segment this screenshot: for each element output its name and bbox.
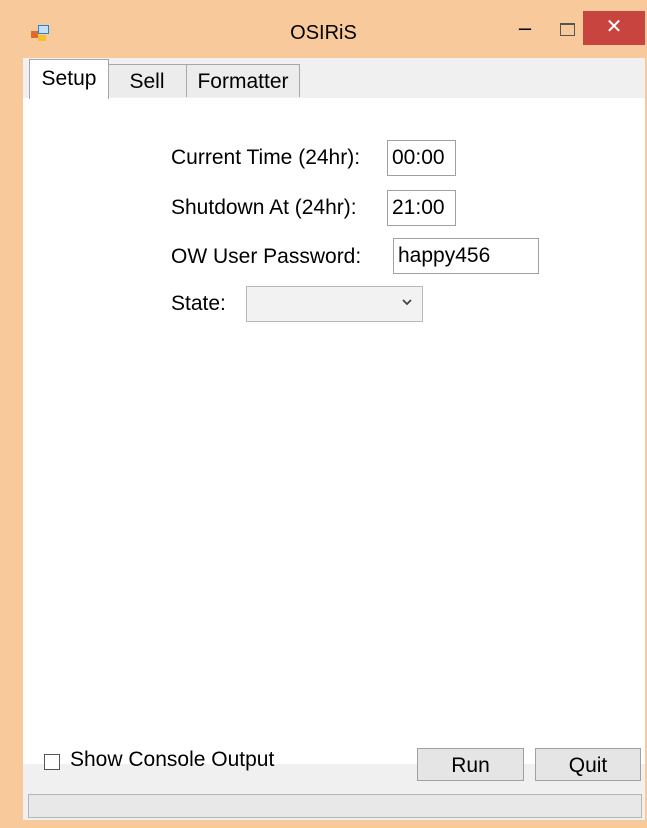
tab-sell[interactable]: Sell (107, 64, 187, 97)
state-dropdown[interactable] (246, 286, 423, 322)
chevron-down-icon (402, 299, 412, 306)
tab-formatter[interactable]: Formatter (186, 64, 300, 97)
client-area: Setup Sell Formatter Current Time (24hr)… (23, 58, 645, 820)
show-console-checkbox[interactable] (44, 754, 60, 770)
run-button[interactable]: Run (417, 748, 524, 781)
setup-tab-page: Current Time (24hr): Shutdown At (24hr):… (23, 98, 645, 764)
status-bar (28, 794, 642, 818)
tab-strip: Setup Sell Formatter (23, 58, 645, 99)
current-time-label: Current Time (24hr): (171, 146, 361, 169)
title-bar[interactable]: OSIRiS – ✕ (0, 0, 647, 58)
minimize-button[interactable]: – (505, 14, 545, 44)
state-label: State: (171, 292, 226, 315)
password-label: OW User Password: (171, 245, 362, 268)
close-button[interactable]: ✕ (583, 11, 645, 45)
tab-setup[interactable]: Setup (29, 59, 109, 99)
shutdown-label: Shutdown At (24hr): (171, 196, 357, 219)
maximize-button[interactable] (549, 14, 585, 44)
password-field[interactable] (393, 238, 539, 274)
show-console-label: Show Console Output (70, 748, 275, 771)
app-window: OSIRiS – ✕ Setup Sell Formatter Current … (0, 0, 647, 828)
maximize-icon (560, 23, 575, 36)
current-time-field[interactable] (387, 140, 456, 176)
quit-button[interactable]: Quit (535, 748, 641, 781)
shutdown-time-field[interactable] (387, 190, 456, 226)
